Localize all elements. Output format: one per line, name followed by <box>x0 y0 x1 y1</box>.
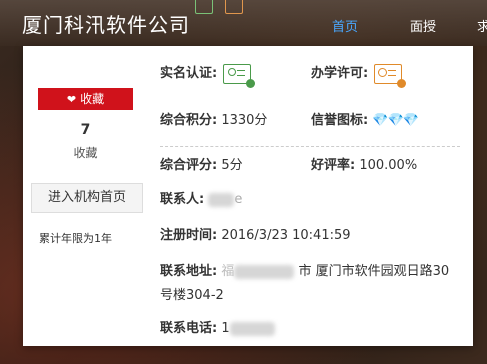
license-verified-icon <box>374 63 407 88</box>
score-row: 综合评分: 5分 <box>160 154 243 173</box>
phone-label: 联系电话: <box>160 321 218 336</box>
score-value: 5分 <box>221 158 243 173</box>
yearly-limit-text: 累计年限为1年 <box>39 232 112 245</box>
address-value-head: 福 <box>221 264 235 279</box>
real-name-label: 实名认证: <box>160 66 218 81</box>
favorite-button-label: 收藏 <box>80 92 105 106</box>
company-title: 厦门科汛软件公司 <box>22 13 190 37</box>
points-label: 综合积分: <box>160 113 218 128</box>
license-label: 办学许可: <box>311 66 369 81</box>
real-name-verified-icon <box>223 63 256 88</box>
favorite-count-label: 收藏 <box>73 146 98 160</box>
license-cert-icon <box>225 0 243 14</box>
address-row: 联系地址: 福 市 厦门市软件园观日路30 <box>160 260 449 279</box>
credit-label: 信誉图标: <box>311 113 369 128</box>
diamond-icon: 💎 <box>387 113 404 128</box>
institution-info-popup: ❤ 收藏 7 收藏 进入机构首页 累计年限为1年 实名认证: 办学许可: 综合积分… <box>23 46 473 346</box>
license-row: 办学许可: <box>311 62 407 88</box>
nav-face-teaching[interactable]: 面授 <box>410 16 436 35</box>
score-label: 综合评分: <box>160 158 218 173</box>
heart-icon: ❤ <box>66 93 77 106</box>
favorite-button[interactable]: ❤ 收藏 <box>38 88 133 110</box>
diamond-icon: 💎 <box>372 113 388 128</box>
enter-institution-home-button[interactable]: 进入机构首页 <box>31 183 143 213</box>
contact-row: 联系人: e <box>160 188 242 207</box>
redacted-mask <box>234 264 295 279</box>
register-label: 注册时间: <box>160 228 218 243</box>
contact-label: 联系人: <box>160 192 205 207</box>
divider <box>160 146 460 147</box>
redacted-mask <box>208 192 235 207</box>
register-row: 注册时间: 2016/3/23 10:41:59 <box>160 224 351 243</box>
real-name-row: 实名认证: <box>160 62 256 88</box>
diamond-icon: 💎 <box>402 113 419 128</box>
redacted-mask <box>229 321 275 336</box>
register-value: 2016/3/23 10:41:59 <box>221 228 351 243</box>
nav-more[interactable]: 求 <box>477 16 487 35</box>
credit-row: 信誉图标: 💎💎💎 <box>311 109 419 128</box>
phone-row: 联系电话: 1 <box>160 317 275 336</box>
address-value: 市 厦门市软件园观日路30 <box>298 264 450 279</box>
praise-row: 好评率: 100.00% <box>311 154 417 173</box>
nav-home[interactable]: 首页 <box>332 16 358 35</box>
favorite-count: 7 <box>80 122 91 138</box>
address-line2: 号楼304-2 <box>160 288 224 303</box>
phone-value: 1 <box>221 321 230 336</box>
address-label: 联系地址: <box>160 264 218 279</box>
praise-value: 100.00% <box>359 158 418 173</box>
points-row: 综合积分: 1330分 <box>160 109 267 128</box>
praise-label: 好评率: <box>311 158 356 173</box>
contact-value: e <box>234 192 243 207</box>
real-name-cert-icon <box>195 0 213 14</box>
points-value: 1330分 <box>221 113 268 128</box>
